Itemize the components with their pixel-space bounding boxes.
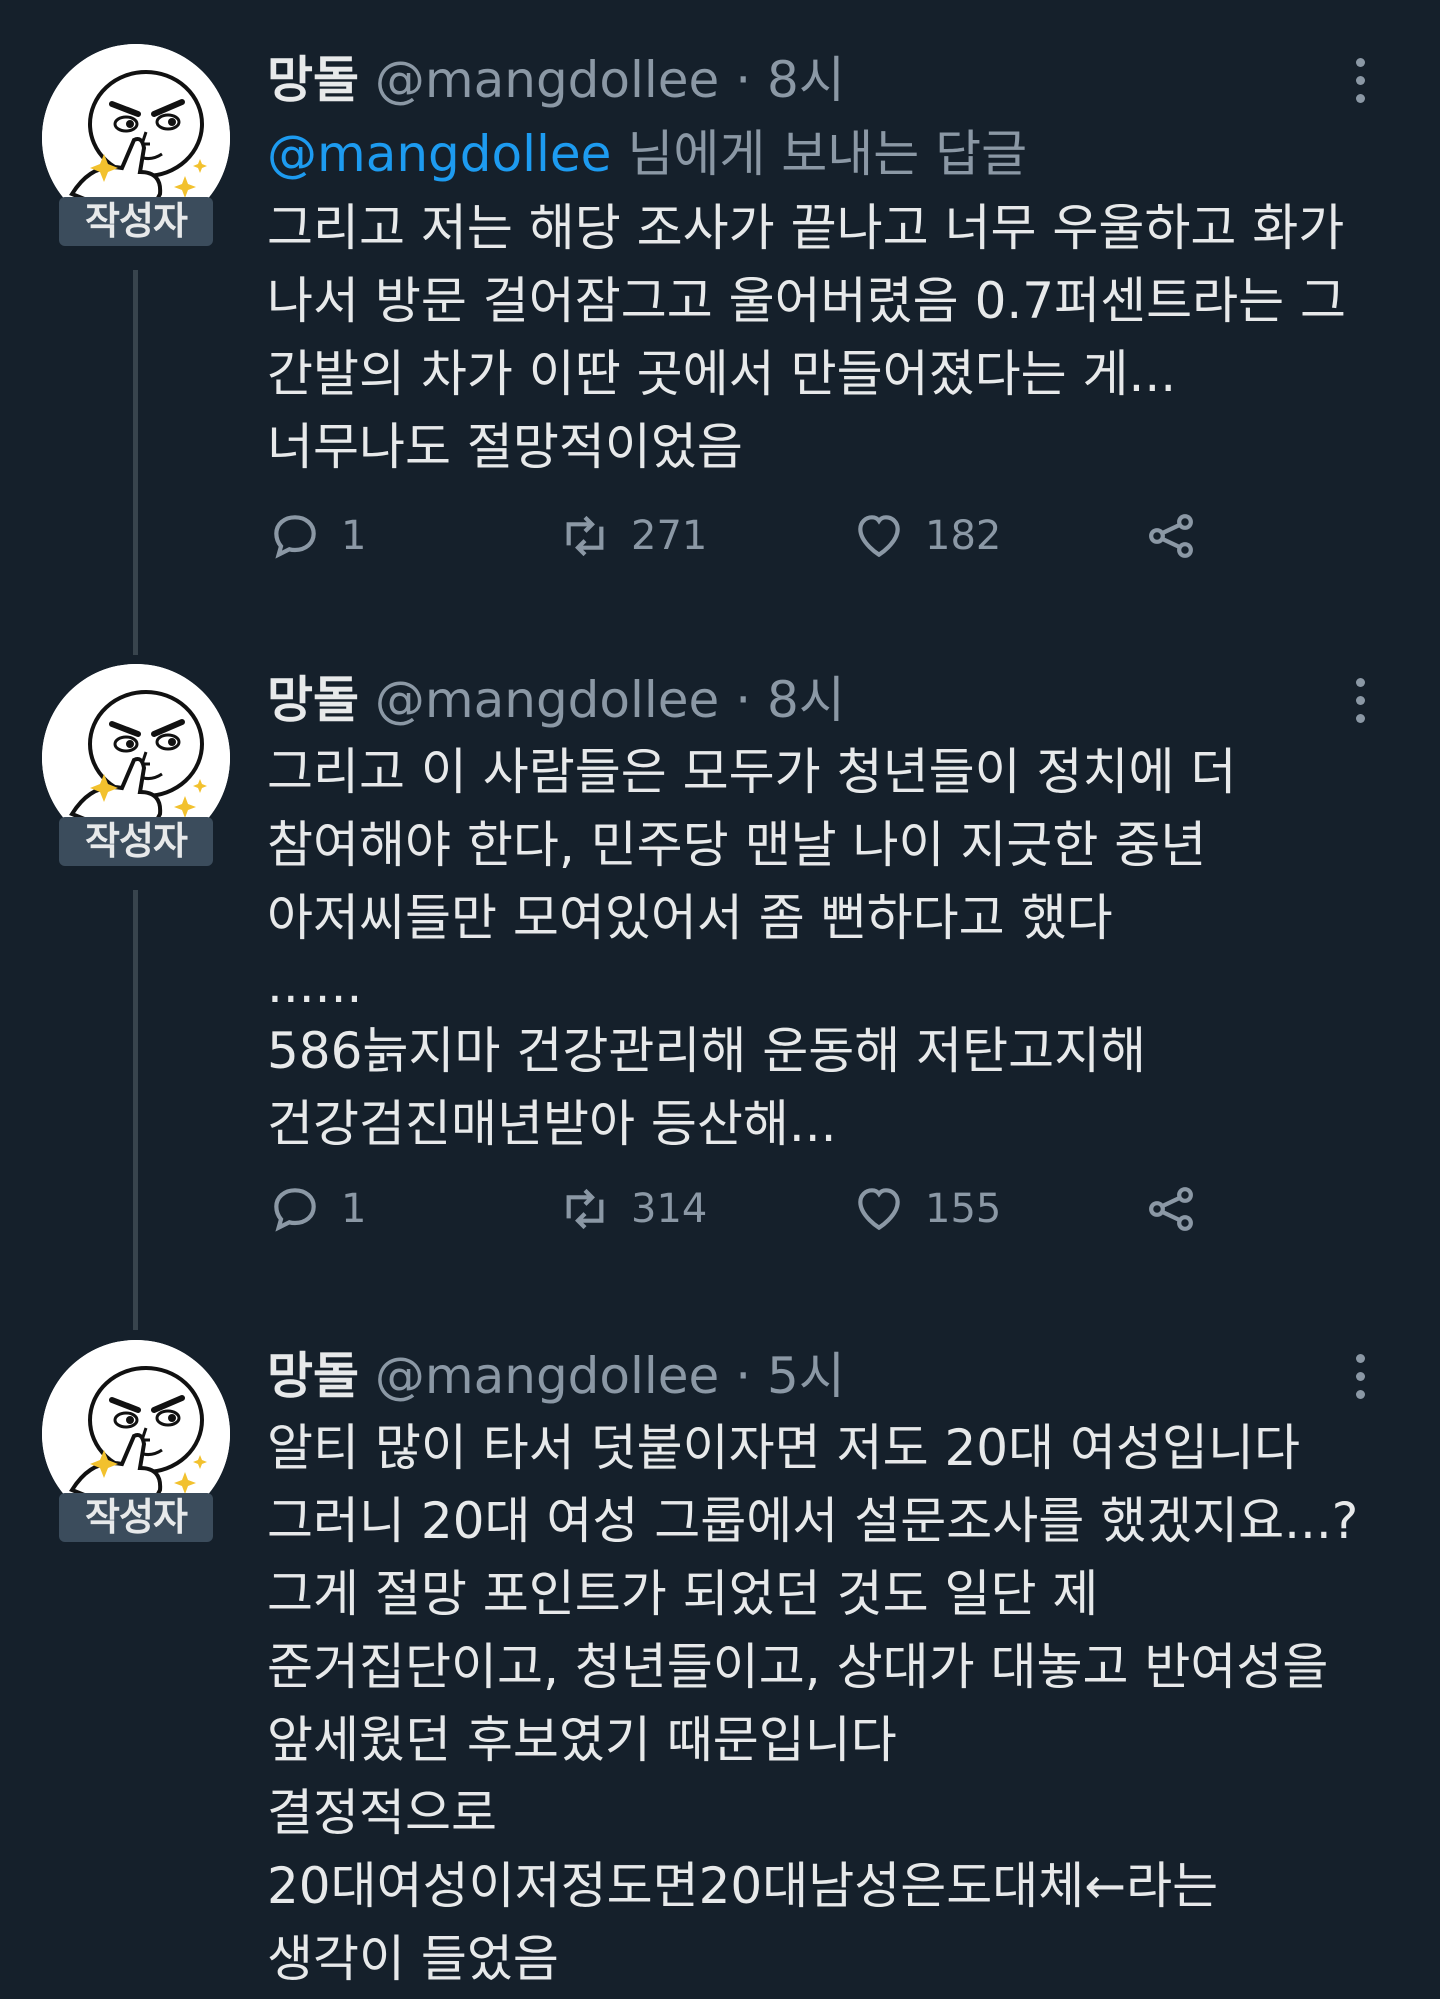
tweet-text-line: 나서 방문 걸어잠그고 울어버렸음 0.7퍼센트라는 그 — [267, 272, 1346, 330]
author-badge: 작성자 — [59, 1493, 213, 1542]
tweet-text-line: 너무나도 절망적이었음 — [267, 418, 743, 476]
retweet-button[interactable]: 271 — [557, 508, 707, 564]
like-icon — [858, 1188, 900, 1231]
tweet-header: 망돌 @mangdollee · 5시 — [267, 1340, 1370, 1412]
display-name[interactable]: 망돌 — [267, 671, 359, 729]
retweet-count: 314 — [631, 1186, 708, 1232]
more-icon[interactable] — [1350, 1354, 1370, 1408]
timestamp[interactable]: 8시 — [767, 51, 845, 109]
like-icon — [858, 515, 900, 558]
tweet-text-line: 그리고 이 사람들은 모두가 청년들이 정치에 더 — [267, 743, 1237, 801]
separator-dot: · — [735, 51, 752, 109]
tweet-text-line: 아저씨들만 모여있어서 좀 뻔하다고 했다 — [267, 889, 1113, 947]
reply-button[interactable]: 1 — [267, 1181, 366, 1237]
tweet-text: 알티 많이 타서 덧붙이자면 저도 20대 여성입니다 그러니 20대 여성 그… — [267, 1412, 1370, 1996]
tweet-text-line: 그게 절망 포인트가 되었던 것도 일단 제 — [267, 1565, 1099, 1623]
author-badge: 작성자 — [59, 817, 213, 866]
like-count: 155 — [925, 1186, 1002, 1232]
tweet-text-line: 그리고 저는 해당 조사가 끝나고 너무 우울하고 화가 — [267, 199, 1345, 257]
tweet-header: 망돌 @mangdollee · 8시 — [267, 664, 1370, 736]
user-handle[interactable]: @mangdollee — [375, 1347, 719, 1405]
retweet-icon — [566, 1188, 604, 1230]
separator-dot: · — [735, 1347, 752, 1405]
tweet-text-line: 참여해야 한다, 민주당 맨날 나이 지긋한 중년 — [267, 816, 1207, 874]
display-name[interactable]: 망돌 — [267, 1347, 359, 1405]
like-count: 182 — [925, 513, 1002, 559]
tweet-text: 그리고 저는 해당 조사가 끝나고 너무 우울하고 화가 나서 방문 걸어잠그고… — [267, 192, 1370, 484]
mention-link[interactable]: @mangdollee — [267, 125, 611, 183]
tweet-text-line: 그러니 20대 여성 그룹에서 설문조사를 했겠지요...? — [267, 1492, 1359, 1550]
thread-line — [133, 890, 138, 1330]
like-button[interactable]: 155 — [851, 1181, 1001, 1237]
reply-button[interactable]: 1 — [267, 508, 366, 564]
tweet-text-line: 앞세웠던 후보였기 때문입니다 — [267, 1711, 897, 1769]
retweet-button[interactable]: 314 — [557, 1181, 707, 1237]
tweet-text-line: ...... — [267, 956, 363, 1014]
reply-count: 1 — [341, 1186, 367, 1232]
thread-line — [133, 270, 138, 655]
tweet-header: 망돌 @mangdollee · 8시 — [267, 44, 1370, 116]
share-icon — [1149, 514, 1193, 558]
share-button[interactable] — [1143, 508, 1217, 564]
share-icon — [1149, 1187, 1193, 1231]
separator-dot: · — [735, 671, 752, 729]
tweet-text-line: 준거집단이고, 청년들이고, 상대가 대놓고 반여성을 — [267, 1638, 1329, 1696]
tweet-text-line: 간발의 차가 이딴 곳에서 만들어졌다는 게... — [267, 345, 1177, 403]
tweet-actions: 1 314 155 — [267, 1181, 1370, 1261]
author-badge: 작성자 — [59, 197, 213, 246]
user-handle[interactable]: @mangdollee — [375, 671, 719, 729]
reply-to-line: @mangdollee 님에게 보내는 답글 — [267, 116, 1370, 192]
tweet-text-line: 20대여성이저정도면20대남성은도대체←라는 — [267, 1857, 1219, 1915]
reply-icon — [274, 1188, 316, 1232]
user-handle[interactable]: @mangdollee — [375, 51, 719, 109]
tweet-text: 그리고 이 사람들은 모두가 청년들이 정치에 더 참여해야 한다, 민주당 맨… — [267, 736, 1370, 1161]
tweet-text-line: 586늙지마 건강관리해 운동해 저탄고지해 — [267, 1022, 1147, 1080]
tweet-text-line: 알티 많이 타서 덧붙이자면 저도 20대 여성입니다 — [267, 1419, 1300, 1477]
timestamp[interactable]: 5시 — [767, 1347, 845, 1405]
more-icon[interactable] — [1350, 58, 1370, 112]
reply-count: 1 — [341, 513, 367, 559]
tweet-text-line: 결정적으로 — [267, 1784, 497, 1842]
like-button[interactable]: 182 — [851, 508, 1001, 564]
more-icon[interactable] — [1350, 678, 1370, 732]
timestamp[interactable]: 8시 — [767, 671, 845, 729]
display-name[interactable]: 망돌 — [267, 51, 359, 109]
retweet-icon — [566, 515, 604, 557]
tweet-text-line: 생각이 들었음 — [267, 1930, 559, 1988]
tweet-actions: 1 271 182 — [267, 508, 1370, 588]
tweet-text-line: 건강검진매년받아 등산해... — [267, 1095, 837, 1153]
reply-to-label: 님에게 보내는 답글 — [611, 125, 1028, 183]
retweet-count: 271 — [631, 513, 708, 559]
share-button[interactable] — [1143, 1181, 1217, 1237]
reply-icon — [274, 515, 316, 559]
